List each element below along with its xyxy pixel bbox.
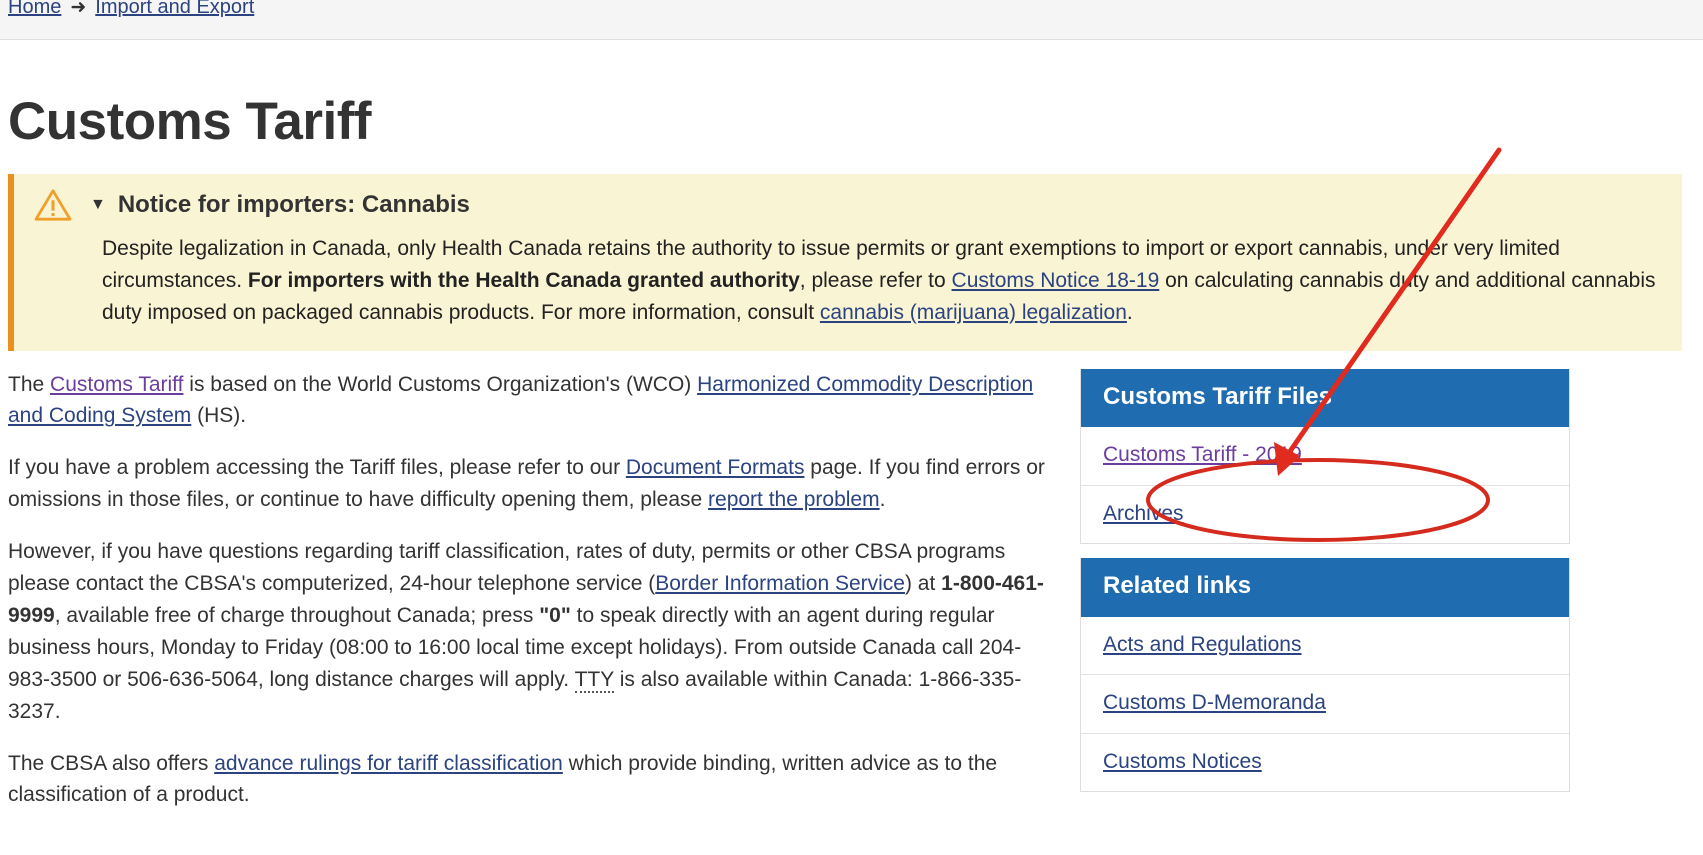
panel-customs-tariff-files: Customs Tariff Files Customs Tariff - 20… bbox=[1080, 368, 1570, 545]
notice-text-4: . bbox=[1126, 300, 1133, 324]
breadcrumb-item-home[interactable]: Home bbox=[8, 0, 61, 22]
link-customs-notice-18-19[interactable]: Customs Notice 18-19 bbox=[952, 269, 1160, 292]
p2-text-1: If you have a problem accessing the Tari… bbox=[8, 456, 626, 480]
notice-body: Despite legalization in Canada, only Hea… bbox=[34, 233, 1662, 329]
paragraph-advance-rulings: The CBSA also offers advance rulings for… bbox=[8, 748, 1058, 812]
breadcrumb-bar: Home ➜ Import and Export bbox=[0, 0, 1703, 40]
sidebar-link-customs-notices[interactable]: Customs Notices bbox=[1103, 750, 1262, 773]
link-cannabis-legalization[interactable]: cannabis (marijuana) legalization bbox=[820, 301, 1127, 324]
abbr-tty: TTY bbox=[574, 667, 614, 693]
breadcrumb: Home ➜ Import and Export bbox=[8, 0, 254, 22]
list-item[interactable]: Customs D-Memoranda bbox=[1081, 675, 1569, 734]
breadcrumb-item-import-and-export[interactable]: Import and Export bbox=[95, 0, 254, 22]
p3-text-2: ) at bbox=[904, 572, 942, 596]
notice-bold-1: For importers with the Health Canada gra… bbox=[247, 268, 800, 292]
sidebar-link-customs-tariff-2019[interactable]: Customs Tariff - 2019 bbox=[1103, 443, 1302, 466]
list-item[interactable]: Archives bbox=[1081, 486, 1569, 543]
list-item[interactable]: Customs Tariff - 2019 bbox=[1081, 427, 1569, 486]
warning-triangle-icon bbox=[34, 189, 72, 221]
page-title: Customs Tariff bbox=[8, 92, 372, 151]
breadcrumb-arrow-icon: ➜ bbox=[70, 0, 87, 18]
paragraph-file-access: If you have a problem accessing the Tari… bbox=[8, 452, 1058, 516]
p2-text-3: . bbox=[879, 488, 886, 512]
sidebar: Customs Tariff Files Customs Tariff - 20… bbox=[1080, 368, 1570, 807]
content-row: The Customs Tariff is based on the World… bbox=[8, 368, 1695, 832]
link-advance-rulings[interactable]: advance rulings for tariff classificatio… bbox=[214, 752, 563, 775]
sidebar-link-archives[interactable]: Archives bbox=[1103, 502, 1184, 525]
link-customs-tariff[interactable]: Customs Tariff bbox=[50, 373, 183, 396]
notice-header[interactable]: ▼ Notice for importers: Cannabis bbox=[34, 188, 1662, 223]
p1-text-2: is based on the World Customs Organizati… bbox=[183, 372, 698, 396]
panel-related-links: Related links Acts and Regulations Custo… bbox=[1080, 558, 1570, 793]
p1-text-3: (HS). bbox=[191, 404, 247, 428]
notice-title: Notice for importers: Cannabis bbox=[117, 191, 470, 218]
collapse-caret-icon[interactable]: ▼ bbox=[90, 197, 106, 213]
p4-text-1: The CBSA also offers bbox=[8, 751, 215, 775]
sidebar-link-acts-and-regulations[interactable]: Acts and Regulations bbox=[1103, 633, 1301, 656]
list-item[interactable]: Customs Notices bbox=[1081, 734, 1569, 791]
panel-title-related-links: Related links bbox=[1081, 558, 1569, 617]
notice-text-2: , please refer to bbox=[799, 268, 952, 292]
page-wrapper: Customs Tariff ▼ Notice for importers: C… bbox=[0, 95, 1703, 831]
link-document-formats[interactable]: Document Formats bbox=[626, 456, 805, 479]
cannabis-notice-alert: ▼ Notice for importers: Cannabis Despite… bbox=[8, 174, 1682, 351]
p3-text-3: , available free of charge throughout Ca… bbox=[54, 603, 540, 627]
link-report-the-problem[interactable]: report the problem bbox=[708, 488, 880, 511]
link-border-information-service[interactable]: Border Information Service bbox=[655, 572, 905, 595]
main-content: The Customs Tariff is based on the World… bbox=[8, 369, 1070, 832]
p1-text-1: The bbox=[8, 372, 51, 396]
panel-title-customs-tariff-files: Customs Tariff Files bbox=[1081, 368, 1569, 428]
panel-list-customs-tariff-files: Customs Tariff - 2019 Archives bbox=[1081, 427, 1569, 543]
press-key-zero: "0" bbox=[539, 603, 571, 627]
list-item[interactable]: Acts and Regulations bbox=[1081, 617, 1569, 676]
sidebar-link-customs-d-memoranda[interactable]: Customs D-Memoranda bbox=[1103, 691, 1326, 714]
paragraph-tariff-basis: The Customs Tariff is based on the World… bbox=[8, 369, 1058, 433]
panel-list-related-links: Acts and Regulations Customs D-Memoranda… bbox=[1081, 617, 1569, 791]
paragraph-contact-info: However, if you have questions regarding… bbox=[8, 536, 1058, 727]
